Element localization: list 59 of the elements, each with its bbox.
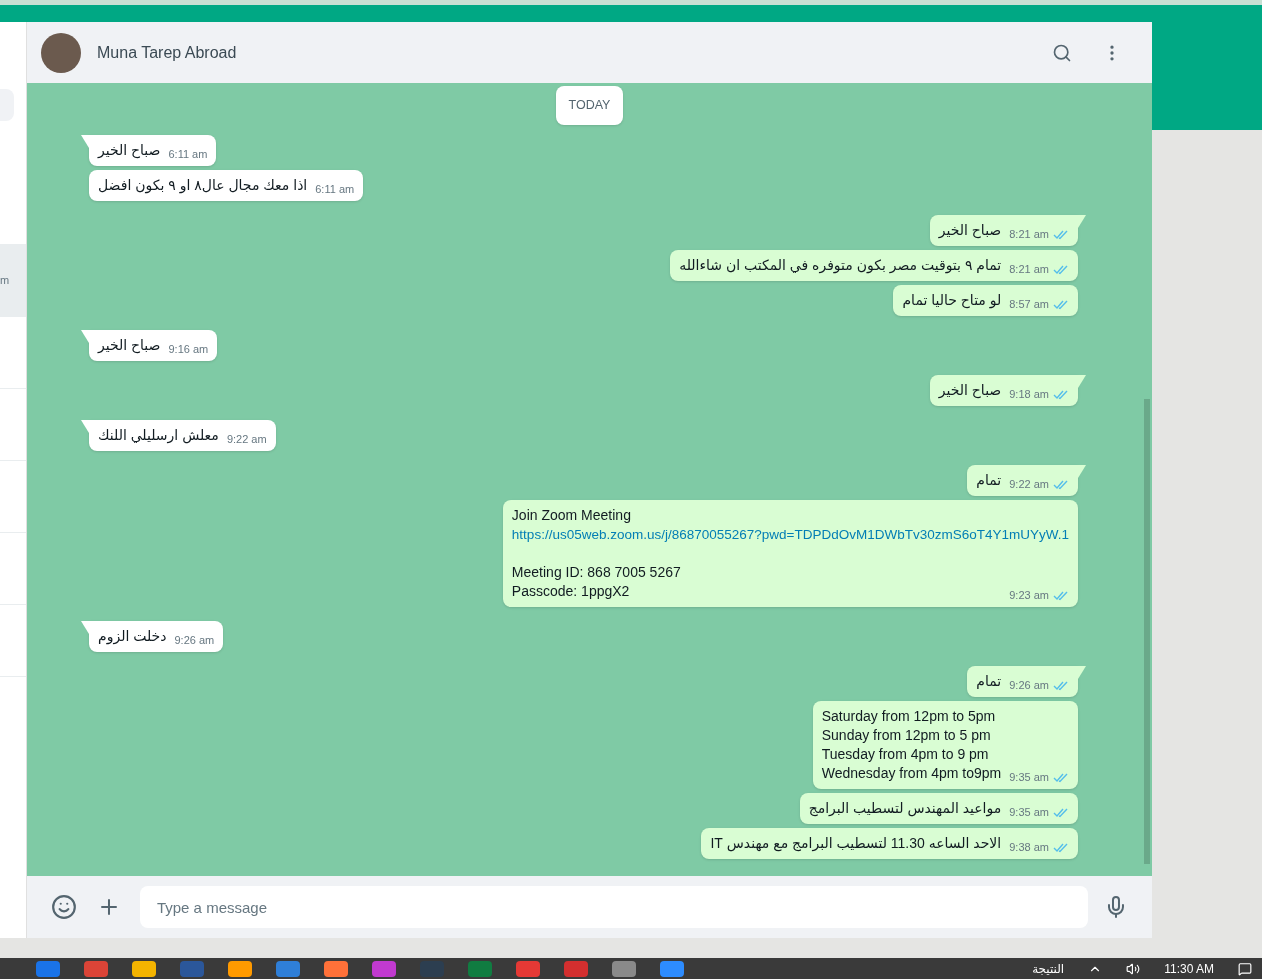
message-time: 9:22 am	[1009, 477, 1049, 493]
search-icon[interactable]	[1052, 42, 1072, 63]
weather-text[interactable]: النتيجة	[1032, 962, 1065, 975]
message-time: 9:35 am	[1009, 770, 1049, 786]
message-text: تمام	[976, 470, 1002, 490]
app-icon[interactable]	[84, 960, 108, 977]
message-text: Join Zoom Meeting	[511, 505, 631, 525]
message-text: Wednesday from 4pm to9pm	[821, 763, 1002, 783]
message-time: 6:11 am	[168, 147, 208, 163]
message-text: تمام	[976, 671, 1002, 691]
message-text: الاحد الساعه 11.30 لتسطيب البرامج مع مهندس IT	[710, 833, 1002, 853]
message-text: صباح الخير	[938, 380, 1002, 400]
app-icon[interactable]	[660, 960, 684, 977]
message-time: 6:11 am	[315, 182, 355, 198]
chat-time: m	[0, 273, 10, 289]
avatar[interactable]	[41, 32, 81, 73]
date-label: TODAY	[555, 86, 624, 125]
message-text: Meeting ID: 868 7005 5267	[511, 562, 681, 582]
message-text: Sunday from 12pm to 5 pm	[821, 725, 991, 745]
message-time: 9:35 am	[1009, 805, 1049, 821]
message-text: Tuesday from 4pm to 9 pm	[821, 744, 989, 764]
message-text: صباح الخير	[938, 220, 1002, 240]
app-icon[interactable]	[516, 960, 540, 977]
message-time: 9:23 am	[1009, 588, 1049, 604]
message-time: 9:38 am	[1009, 840, 1049, 856]
message-text: اذا معك مجال عال٨ او ٩ بكون افضل	[98, 175, 308, 195]
speaker-icon[interactable]	[1126, 961, 1141, 976]
message-time: 9:22 am	[226, 432, 267, 448]
app-icon[interactable]	[228, 960, 252, 977]
message-text: دخلت الزوم	[98, 626, 167, 646]
message-text: Passcode: 1ppgX2	[511, 581, 630, 601]
chat-list-item[interactable]: m	[0, 244, 26, 316]
message-time: 8:21 am	[1009, 227, 1049, 243]
app-icon[interactable]	[324, 960, 348, 977]
message-text: لو متاح حاليا تمام	[902, 290, 1002, 310]
message-input[interactable]: Type a message	[139, 886, 1088, 928]
app-icon[interactable]	[276, 960, 300, 977]
message-time: 9:26 am	[174, 633, 215, 649]
clock[interactable]: 11:30 AM	[1164, 962, 1214, 975]
message-text: صباح الخير	[98, 140, 161, 160]
message-text: تمام ٩ بتوقيت مصر بكون متوفره في المكتب ان شاءالله	[679, 255, 1002, 275]
message-time: 9:26 am	[1009, 678, 1049, 694]
scrollbar[interactable]	[1144, 399, 1150, 864]
message-text: معلش ارسليلي اللنك	[98, 425, 219, 445]
app-icon[interactable]	[132, 960, 156, 977]
app-icon[interactable]	[36, 960, 60, 977]
contact-name[interactable]: Muna Tarep Abroad	[97, 40, 237, 65]
emoji-icon[interactable]	[51, 894, 77, 920]
app-icon[interactable]	[372, 960, 396, 977]
message-text: مواعيد المهندس لتسطيب البرامج	[808, 798, 1002, 818]
notification-icon[interactable]	[1238, 961, 1252, 976]
message-text: صباح الخير	[98, 335, 161, 355]
message-time: 8:21 am	[1009, 262, 1049, 278]
app-icon[interactable]	[612, 960, 636, 977]
message-time: 9:16 am	[168, 342, 209, 358]
meeting-link[interactable]: https://us05web.zoom.us/j/86870055267?pwd=TDPDdOvM1DWbTv30zmS6oT4Y1mUYyW.1	[511, 524, 1069, 544]
message-text: Saturday from 12pm to 5pm	[821, 706, 996, 726]
message-time: 8:57 am	[1009, 297, 1049, 313]
message-time: 9:18 am	[1009, 387, 1049, 403]
